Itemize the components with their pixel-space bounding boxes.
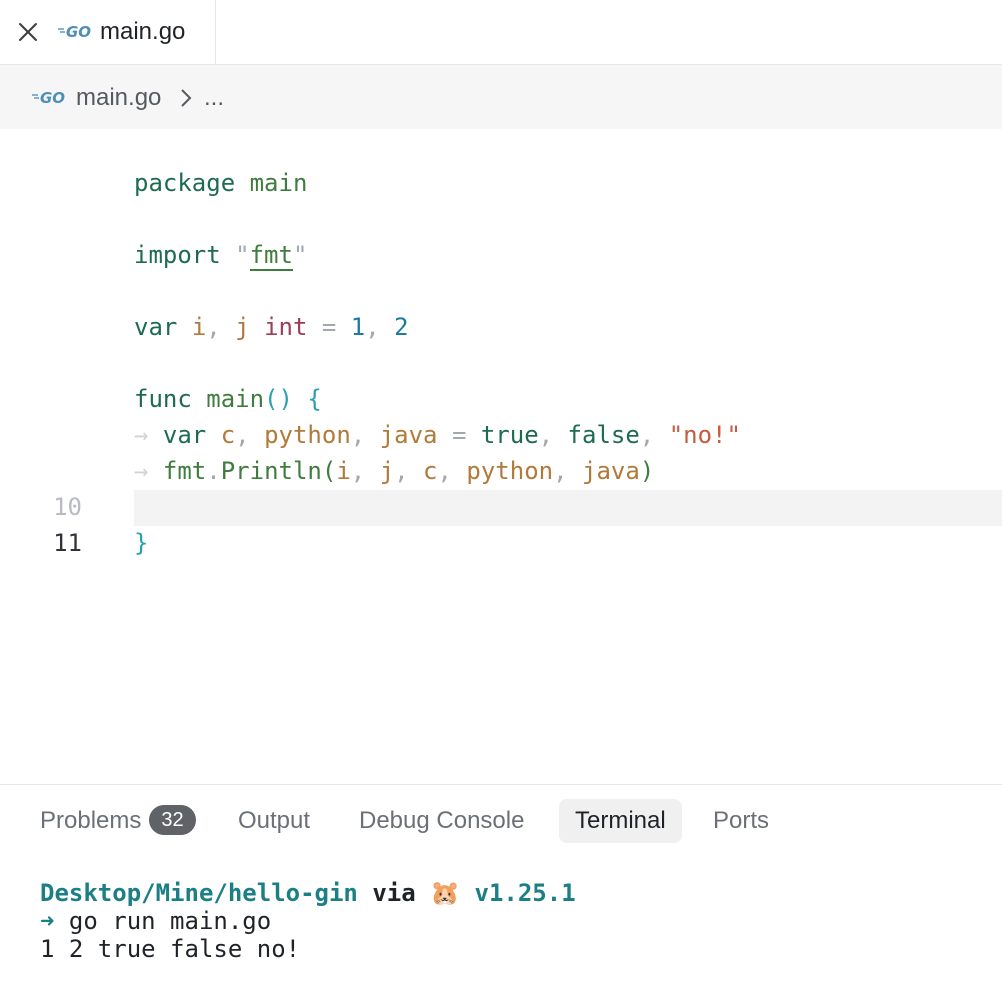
tab-problems[interactable]: Problems 32 bbox=[24, 799, 212, 843]
tab-terminal-label: Terminal bbox=[575, 807, 666, 834]
tab-debug-console[interactable]: Debug Console bbox=[343, 799, 540, 843]
code-editor[interactable]: package main import "fmt" var i, j int =… bbox=[0, 129, 1002, 784]
go-file-icon: GO bbox=[58, 23, 91, 41]
code-line: 11 bbox=[0, 489, 1002, 557]
code-line: var i, j int = 1, 2 bbox=[134, 313, 409, 341]
code-line: package main bbox=[134, 169, 308, 197]
tab-debug-console-label: Debug Console bbox=[359, 807, 525, 834]
breadcrumb: GO main.go ... bbox=[0, 65, 1002, 129]
problems-count-badge: 32 bbox=[149, 805, 196, 835]
gopher-icon: 🐹 bbox=[430, 879, 461, 907]
tab-output[interactable]: Output bbox=[222, 799, 326, 843]
terminal-program-output: 1 2 true false no! bbox=[40, 935, 301, 963]
tab-problems-label: Problems bbox=[40, 807, 142, 834]
panel-tabs: Problems 32 Output Debug Console Terminal… bbox=[0, 799, 1002, 843]
svg-text:GO: GO bbox=[66, 23, 91, 41]
prompt-arrow-icon: ➜ bbox=[40, 907, 55, 935]
code-line: → var c, python, java = true, false, "no… bbox=[134, 421, 741, 449]
terminal-command: go run main.go bbox=[68, 907, 272, 935]
breadcrumb-more[interactable]: ... bbox=[204, 83, 224, 113]
terminal-path: Desktop/Mine/hello-gin bbox=[40, 879, 358, 907]
line-number: 11 bbox=[53, 529, 82, 557]
code-line: → fmt.Println(i, j, c, python, java) bbox=[134, 457, 655, 485]
go-file-icon: GO bbox=[32, 89, 65, 107]
bottom-panel: Problems 32 Output Debug Console Terminal… bbox=[0, 784, 1002, 985]
tab-terminal[interactable]: Terminal bbox=[559, 799, 682, 843]
breadcrumb-file[interactable]: main.go bbox=[76, 83, 161, 113]
tab-ports-label: Ports bbox=[713, 807, 770, 834]
tab-ports[interactable]: Ports bbox=[697, 799, 785, 843]
svg-text:GO: GO bbox=[40, 89, 65, 107]
close-icon[interactable] bbox=[17, 21, 39, 43]
tab-bar: GO main.go bbox=[0, 0, 1002, 65]
code-line: 10 } bbox=[0, 453, 1002, 557]
chevron-right-icon bbox=[181, 89, 192, 107]
terminal-via: via bbox=[372, 879, 416, 907]
code-line: func main() { bbox=[134, 385, 322, 413]
tab-title: main.go bbox=[100, 18, 186, 45]
go-version: v1.25.1 bbox=[474, 879, 576, 907]
code-line: import "fmt" bbox=[134, 241, 308, 271]
terminal-output[interactable]: Desktop/Mine/hello-gin via 🐹 v1.25.1 ➜ g… bbox=[40, 879, 576, 963]
tab-main-go[interactable]: GO main.go bbox=[0, 0, 216, 64]
tab-output-label: Output bbox=[238, 807, 311, 834]
